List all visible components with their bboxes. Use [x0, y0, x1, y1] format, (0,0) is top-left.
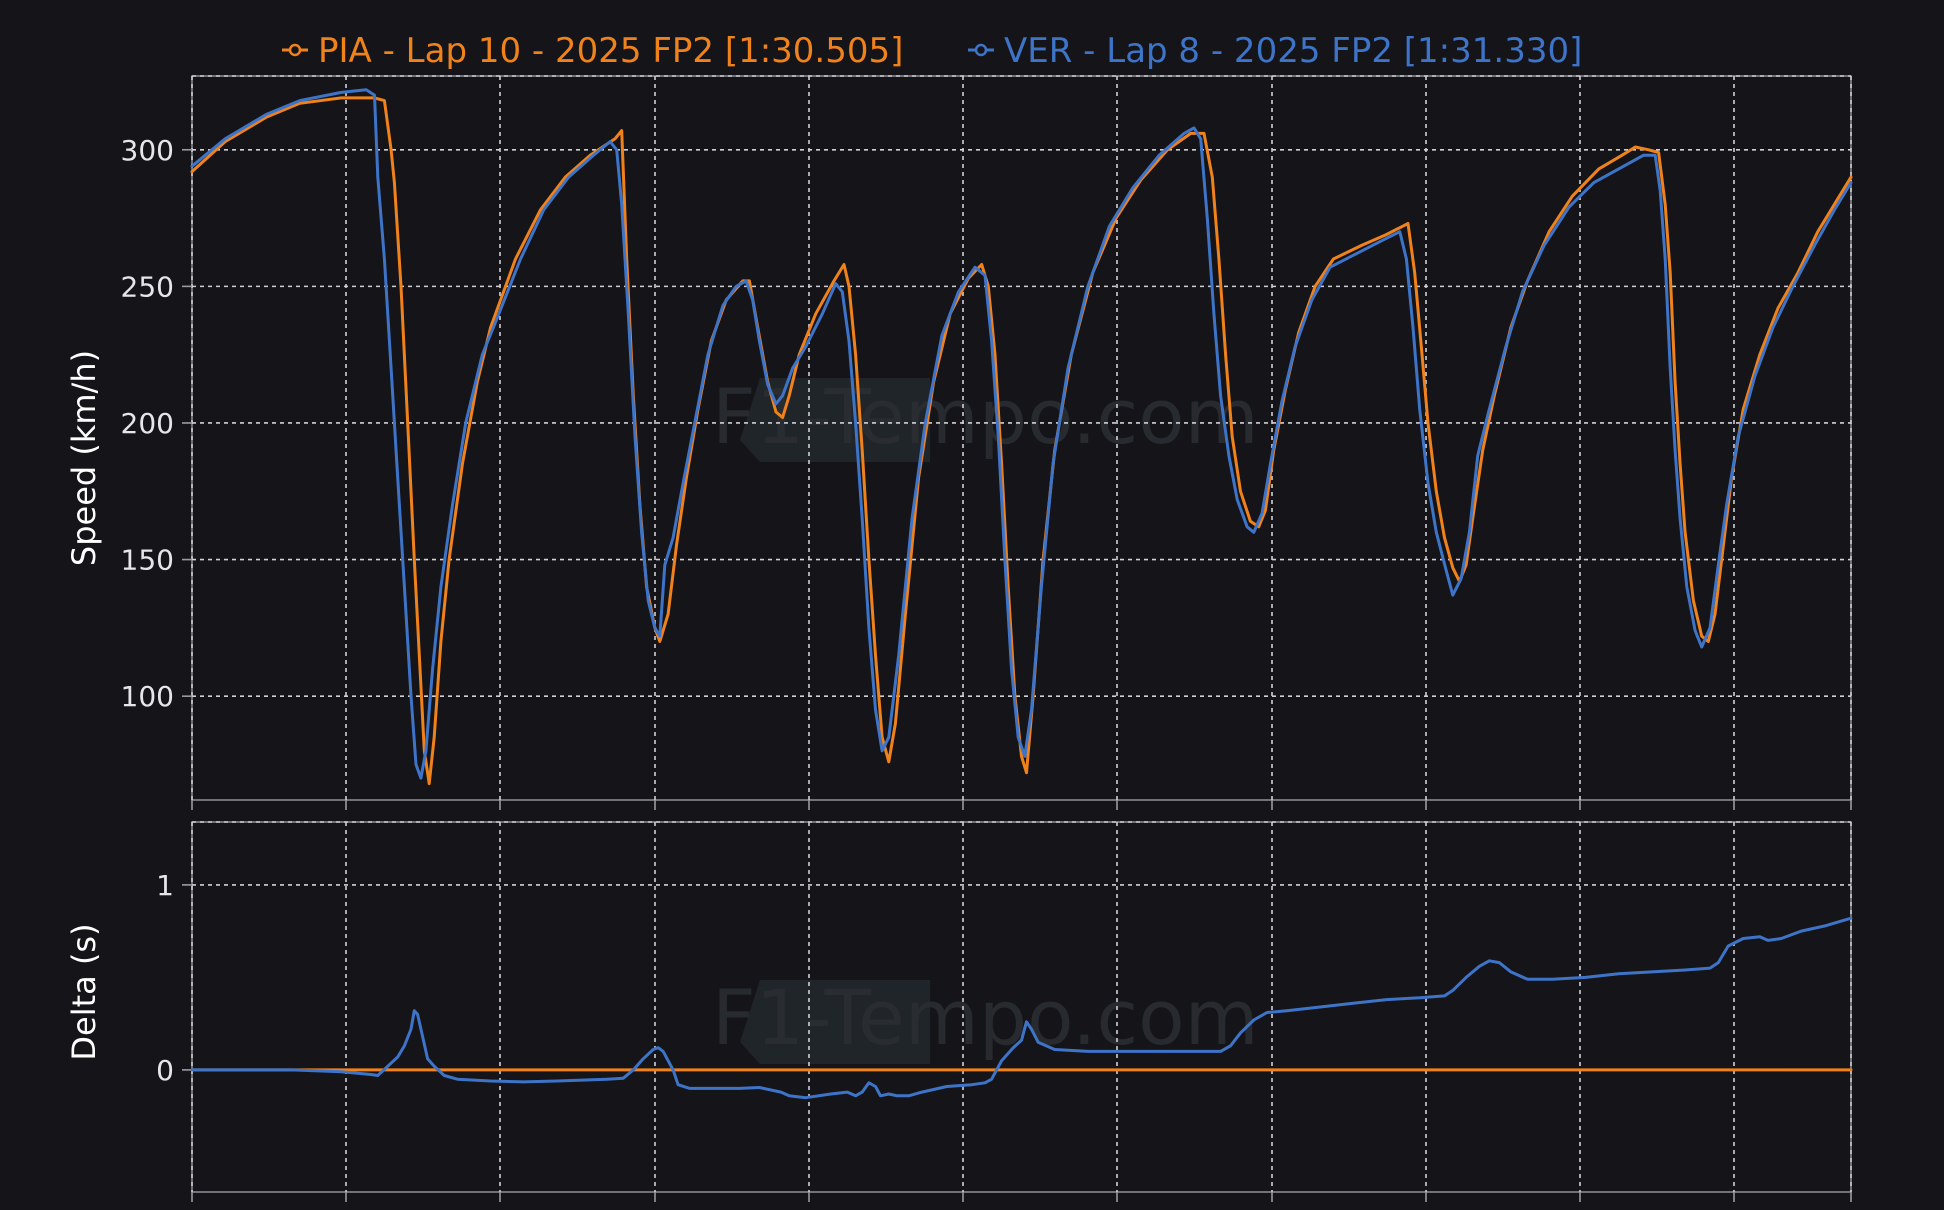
speed-axis-title: Speed (km/h) — [65, 350, 103, 566]
speed-ytick-label-100: 100 — [121, 680, 174, 713]
watermark-text-speed: F1-Tempo.com — [712, 372, 1259, 461]
legend-label-pia: PIA - Lap 10 - 2025 FP2 [1:30.505] — [318, 31, 903, 71]
legend-item-ver[interactable]: VER - Lap 8 - 2025 FP2 [1:31.330] — [968, 31, 1582, 71]
delta-ytick-label-1: 1 — [156, 869, 174, 902]
speed-ytick-label-150: 150 — [121, 544, 174, 577]
speed-ytick-label-300: 300 — [121, 134, 174, 167]
delta-ytick-label-0: 0 — [156, 1054, 174, 1087]
speed-ytick-label-200: 200 — [121, 407, 174, 440]
legend-marker-ver-icon — [974, 43, 988, 57]
watermark-text-delta: F1-Tempo.com — [712, 973, 1259, 1062]
legend-label-ver: VER - Lap 8 - 2025 FP2 [1:31.330] — [1004, 31, 1582, 71]
legend-item-pia[interactable]: PIA - Lap 10 - 2025 FP2 [1:30.505] — [282, 31, 903, 71]
chart-canvas: F1-Tempo.com F1-Tempo.com PIA - Lap 10 -… — [0, 0, 1944, 1206]
telemetry-comparison-chart: F1-Tempo.com F1-Tempo.com PIA - Lap 10 -… — [0, 0, 1944, 1206]
legend-marker-pia-icon — [288, 43, 302, 57]
delta-axis-title: Delta (s) — [65, 923, 103, 1060]
speed-ytick-label-250: 250 — [121, 270, 174, 303]
watermark-speed: F1-Tempo.com — [712, 372, 1259, 462]
